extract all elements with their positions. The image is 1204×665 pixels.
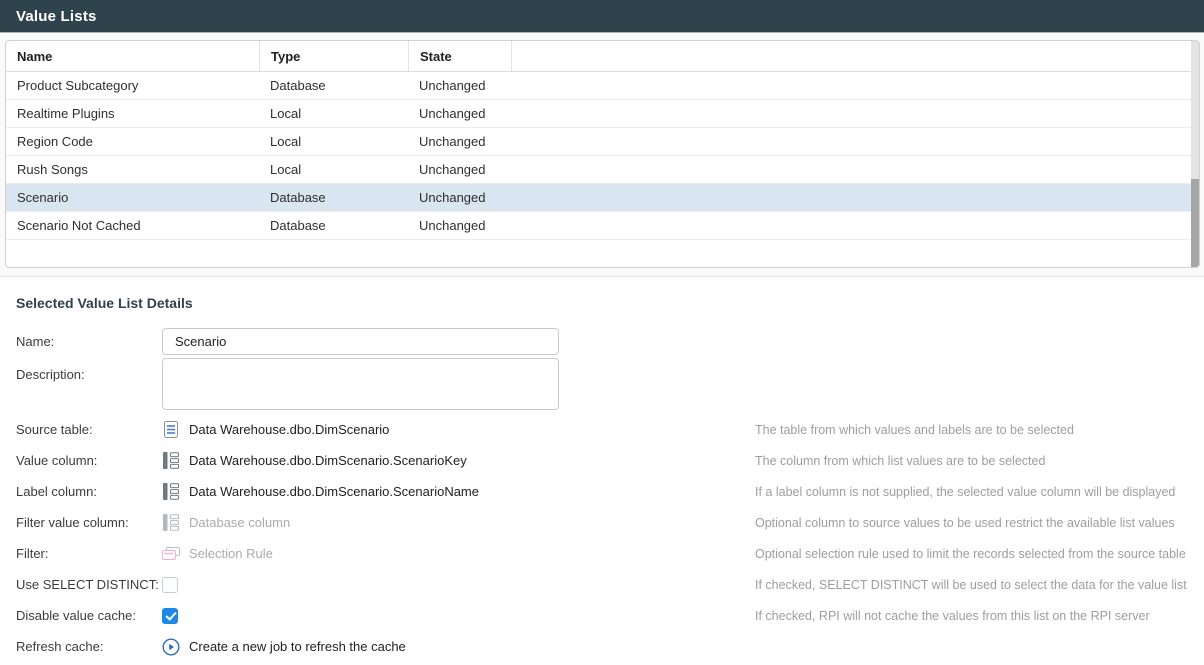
table-row[interactable]: Realtime Plugins Local Unchanged [6, 100, 1199, 128]
source-table-picker[interactable]: Data Warehouse.dbo.DimScenario [162, 421, 389, 439]
label-column-label: Label column: [0, 484, 162, 499]
database-column-icon [162, 483, 180, 501]
filter-help: Optional selection rule used to limit th… [755, 547, 1186, 561]
disable-value-cache-row: Disable value cache: If checked, RPI wil… [0, 600, 1204, 631]
description-row: Description: [0, 358, 1204, 414]
refresh-cache-row: Refresh cache: Create a new job to refre… [0, 631, 1204, 662]
value-lists-table: Name Type State Product Subcategory Data… [5, 40, 1200, 268]
value-column-help: The column from which list values are to… [755, 454, 1045, 468]
name-row: Name: [0, 325, 1204, 358]
refresh-cache-action-label: Create a new job to refresh the cache [189, 639, 406, 654]
database-column-icon [162, 452, 180, 470]
database-table-icon [162, 421, 180, 439]
cell-type: Local [259, 106, 408, 121]
vertical-scrollbar[interactable] [1191, 41, 1199, 267]
name-input[interactable] [162, 328, 559, 355]
selection-rule-icon [162, 545, 180, 563]
cell-name: Rush Songs [6, 162, 259, 177]
filter-value-column-picker[interactable]: Database column [162, 514, 290, 532]
value-column-value: Data Warehouse.dbo.DimScenario.ScenarioK… [189, 453, 467, 468]
label-column-row: Label column: Data Warehouse.dbo.DimScen… [0, 476, 1204, 507]
page-title: Value Lists [16, 8, 97, 25]
cell-name: Realtime Plugins [6, 106, 259, 121]
source-table-row: Source table: Data Warehouse.dbo.DimScen… [0, 414, 1204, 445]
filter-placeholder: Selection Rule [189, 546, 273, 561]
column-header-type[interactable]: Type [259, 41, 408, 71]
label-column-value: Data Warehouse.dbo.DimScenario.ScenarioN… [189, 484, 479, 499]
table-row[interactable]: Scenario Not Cached Database Unchanged [6, 212, 1199, 240]
cell-type: Local [259, 162, 408, 177]
value-column-row: Value column: Data Warehouse.dbo.DimScen… [0, 445, 1204, 476]
table-row[interactable]: Region Code Local Unchanged [6, 128, 1199, 156]
value-list-table-body: Product Subcategory Database Unchanged R… [6, 72, 1199, 240]
cell-name: Product Subcategory [6, 78, 259, 93]
source-table-value: Data Warehouse.dbo.DimScenario [189, 422, 389, 437]
value-column-picker[interactable]: Data Warehouse.dbo.DimScenario.ScenarioK… [162, 452, 467, 470]
play-circle-icon [162, 638, 180, 656]
cell-type: Database [259, 190, 408, 205]
disable-value-cache-checkbox[interactable] [162, 608, 178, 624]
source-table-help: The table from which values and labels a… [755, 423, 1074, 437]
database-column-icon [162, 514, 180, 532]
use-select-distinct-checkbox[interactable] [162, 577, 178, 593]
cell-name: Region Code [6, 134, 259, 149]
filter-value-column-placeholder: Database column [189, 515, 290, 530]
table-row[interactable]: Scenario Database Unchanged [6, 184, 1199, 212]
label-column-help: If a label column is not supplied, the s… [755, 485, 1175, 499]
cell-name: Scenario [6, 190, 259, 205]
vertical-scrollbar-thumb[interactable] [1191, 179, 1199, 267]
filter-value-column-label: Filter value column: [0, 515, 162, 530]
table-row[interactable]: Product Subcategory Database Unchanged [6, 72, 1199, 100]
source-table-label: Source table: [0, 422, 162, 437]
filter-value-column-row: Filter value column: Database column Opt… [0, 507, 1204, 538]
cell-state: Unchanged [408, 134, 511, 149]
use-select-distinct-help: If checked, SELECT DISTINCT will be used… [755, 578, 1187, 592]
description-label: Description: [0, 358, 162, 382]
disable-value-cache-label: Disable value cache: [0, 608, 162, 623]
description-input[interactable] [162, 358, 559, 410]
filter-value-column-help: Optional column to source values to be u… [755, 516, 1175, 530]
refresh-cache-button[interactable]: Create a new job to refresh the cache [162, 638, 406, 656]
cell-type: Local [259, 134, 408, 149]
table-row[interactable]: Rush Songs Local Unchanged [6, 156, 1199, 184]
cell-state: Unchanged [408, 190, 511, 205]
disable-value-cache-help: If checked, RPI will not cache the value… [755, 609, 1150, 623]
column-header-name[interactable]: Name [6, 41, 259, 71]
cell-type: Database [259, 78, 408, 93]
cell-type: Database [259, 218, 408, 233]
value-lists-title-bar: Value Lists [0, 0, 1204, 33]
column-header-state[interactable]: State [408, 41, 511, 71]
cell-state: Unchanged [408, 162, 511, 177]
use-select-distinct-label: Use SELECT DISTINCT: [0, 577, 162, 592]
column-header-empty [511, 41, 1199, 71]
name-label: Name: [0, 334, 162, 349]
label-column-picker[interactable]: Data Warehouse.dbo.DimScenario.ScenarioN… [162, 483, 479, 501]
cell-state: Unchanged [408, 218, 511, 233]
filter-row: Filter: Selection Rule Optional selectio… [0, 538, 1204, 569]
use-select-distinct-row: Use SELECT DISTINCT: If checked, SELECT … [0, 569, 1204, 600]
refresh-cache-label: Refresh cache: [0, 639, 162, 654]
details-heading: Selected Value List Details [0, 295, 1204, 311]
cell-state: Unchanged [408, 78, 511, 93]
filter-label: Filter: [0, 546, 162, 561]
selected-value-list-details-panel: Selected Value List Details Name: Descri… [0, 276, 1204, 665]
table-header-row: Name Type State [6, 41, 1199, 72]
filter-picker[interactable]: Selection Rule [162, 545, 273, 563]
cell-name: Scenario Not Cached [6, 218, 259, 233]
value-column-label: Value column: [0, 453, 162, 468]
cell-state: Unchanged [408, 106, 511, 121]
